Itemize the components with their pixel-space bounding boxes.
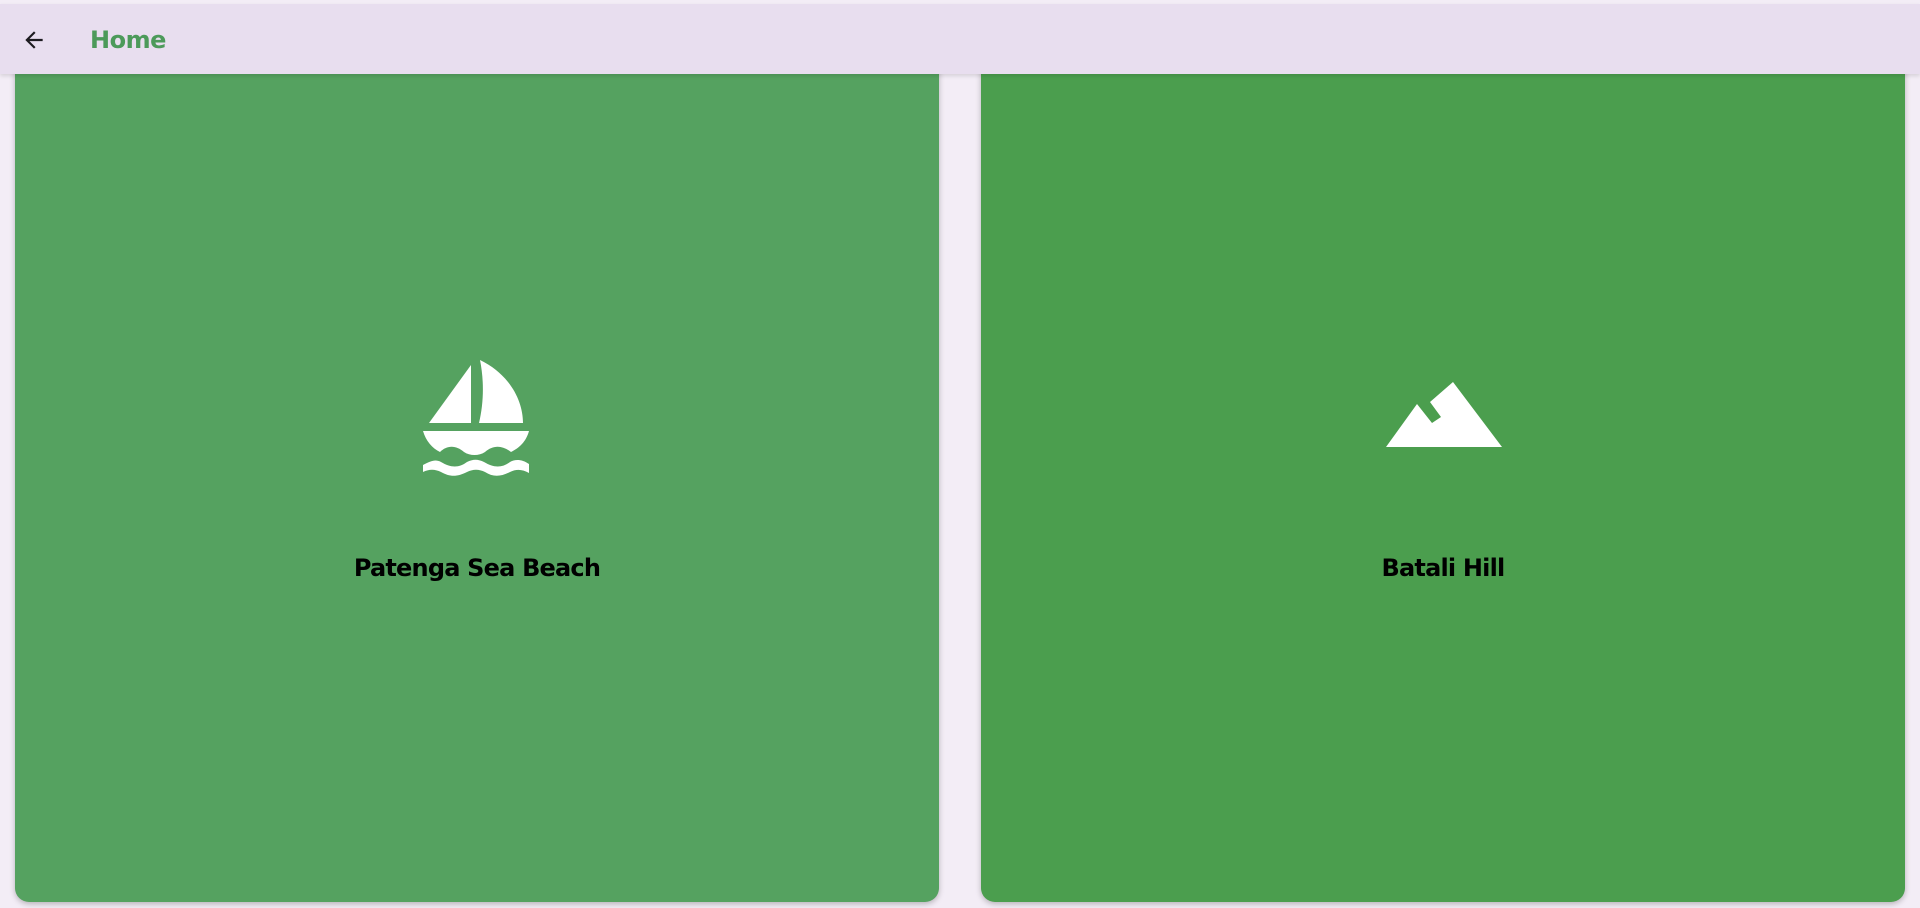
page-title: Home xyxy=(90,26,166,54)
app-bar: Home xyxy=(0,4,1920,74)
sailboat-icon xyxy=(423,360,529,476)
card-batali-hill[interactable]: Batali Hill xyxy=(981,64,1905,902)
back-button[interactable] xyxy=(14,20,54,60)
card-label: Patenga Sea Beach xyxy=(353,554,601,582)
card-patenga-sea-beach[interactable]: Patenga Sea Beach xyxy=(15,64,939,902)
mountain-icon xyxy=(1386,382,1502,447)
arrow-back-icon xyxy=(25,31,43,49)
card-label: Batali Hill xyxy=(1381,554,1506,582)
